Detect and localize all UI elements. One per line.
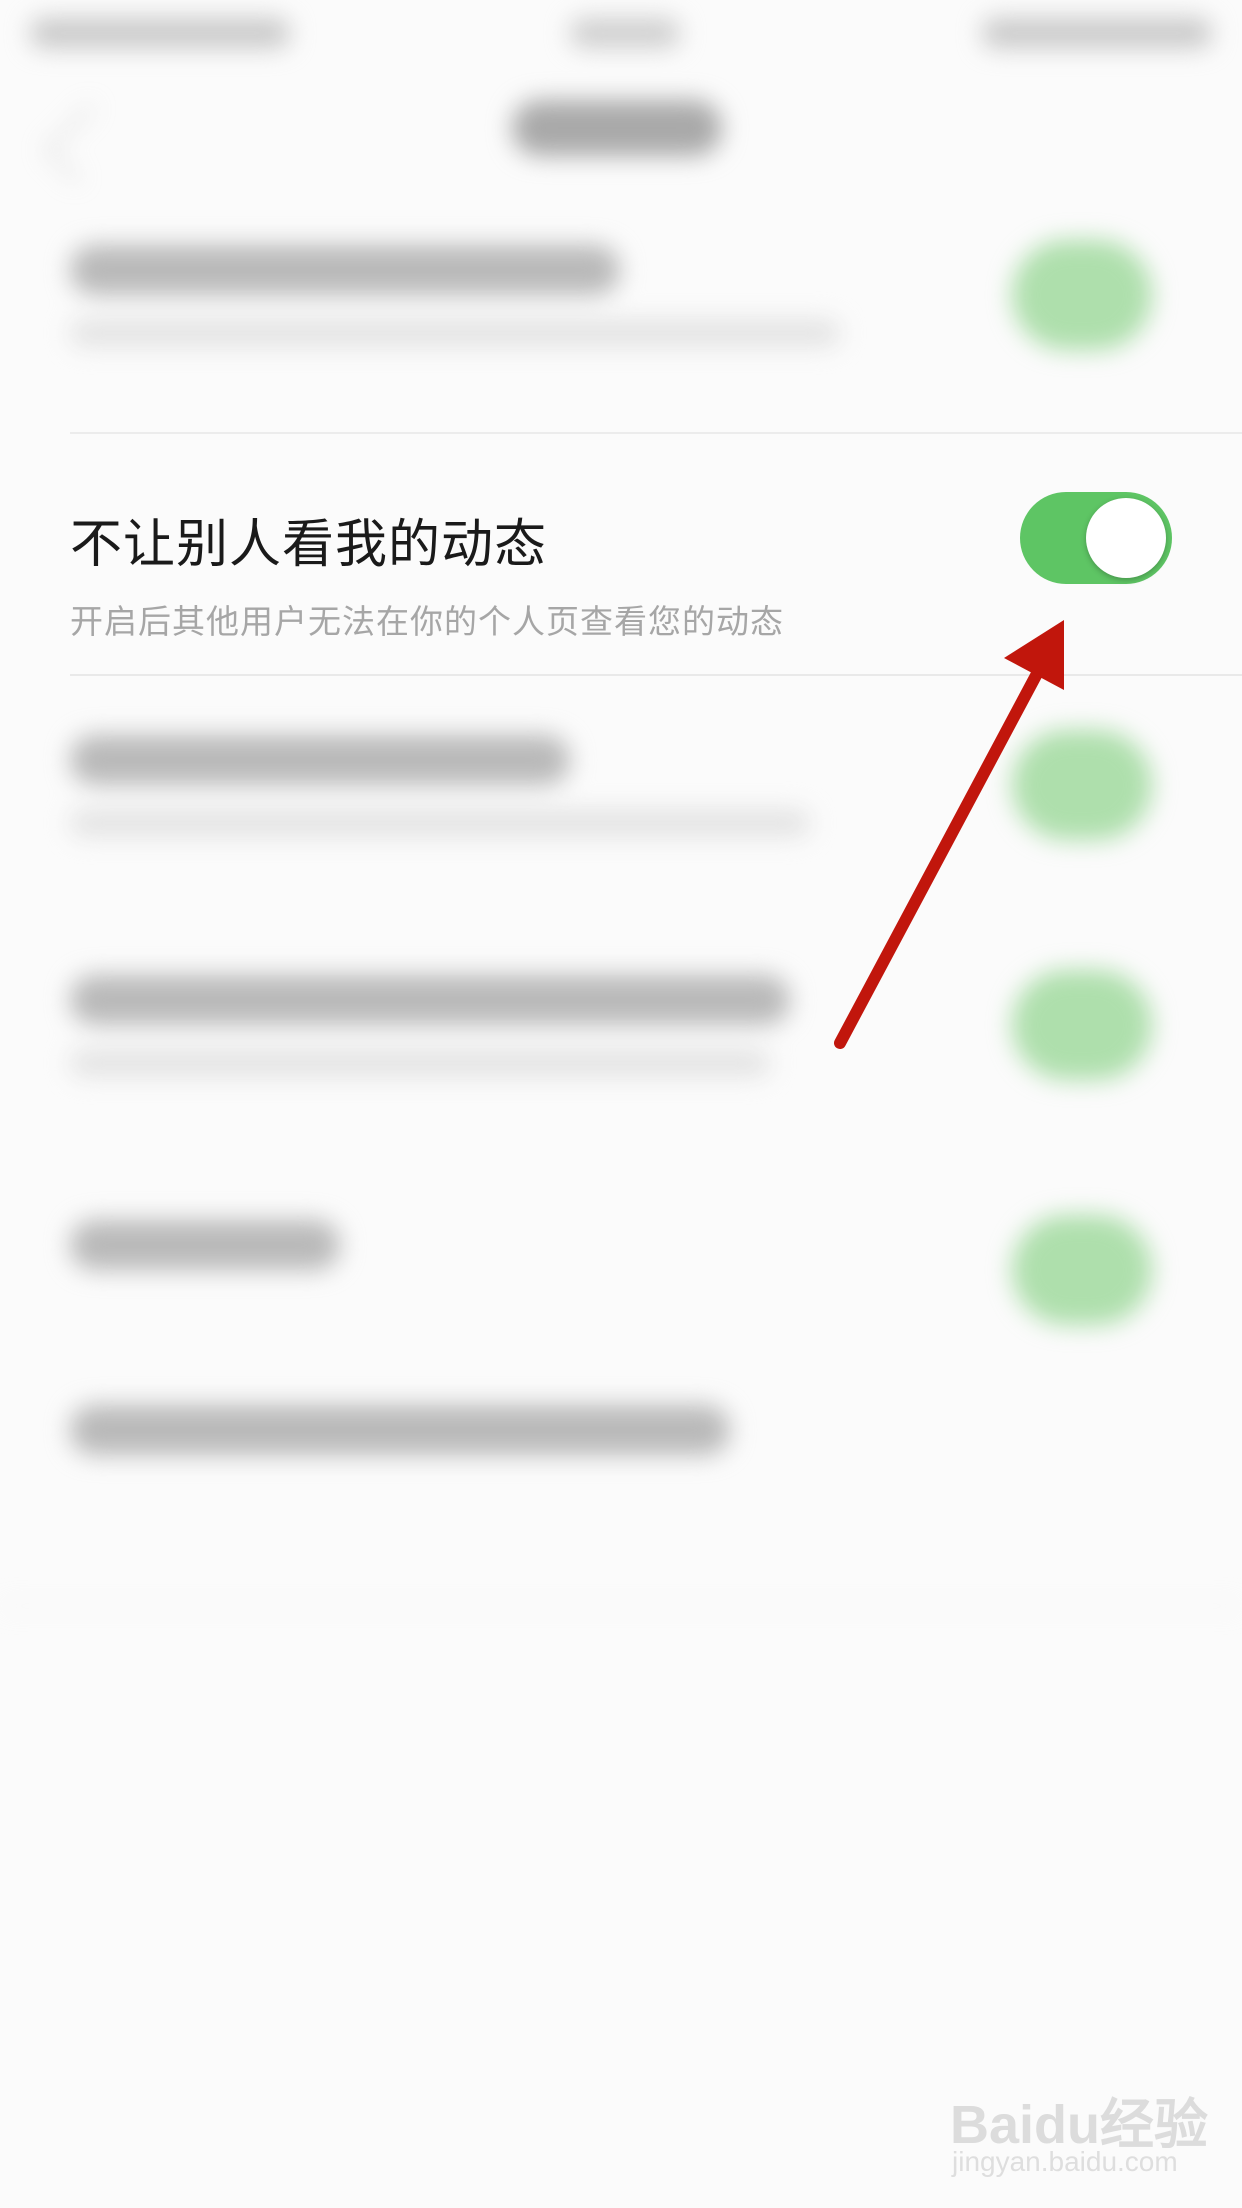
blurred-setting-row [0, 200, 1242, 400]
status-bar [0, 0, 1242, 70]
watermark: Baidu经验 jingyan.baidu.com [950, 2080, 1210, 2190]
hide-my-posts-toggle[interactable] [1020, 492, 1172, 584]
blurred-setting-row [0, 1360, 1242, 1560]
blurred-setting-row [0, 930, 1242, 1130]
blurred-row-subtitle [70, 320, 840, 346]
status-bar-right [982, 18, 1212, 48]
back-icon[interactable] [43, 103, 123, 183]
blurred-toggle[interactable] [1012, 970, 1152, 1080]
status-bar-left [30, 18, 290, 48]
blurred-toggle[interactable] [1012, 730, 1152, 840]
blurred-row-title [70, 975, 790, 1025]
blurred-toggle[interactable] [1012, 1215, 1152, 1325]
privacy-settings-screen: 不让别人看我的动态 开启后其他用户无法在你的个人页查看您的动态 Baidu经验 … [0, 0, 1242, 2208]
blurred-setting-row [0, 1175, 1242, 1375]
nav-bar [0, 70, 1242, 190]
blurred-row-subtitle [70, 1050, 770, 1076]
blurred-row-title [70, 245, 620, 295]
blurred-toggle[interactable] [1012, 240, 1152, 350]
divider [70, 432, 1242, 434]
setting-row-hide-my-posts: 不让别人看我的动态 开启后其他用户无法在你的个人页查看您的动态 [0, 440, 1242, 676]
blurred-row-title[interactable] [70, 1405, 730, 1455]
toggle-knob [1086, 498, 1166, 578]
divider [70, 674, 1242, 676]
setting-subtitle: 开启后其他用户无法在你的个人页查看您的动态 [70, 602, 784, 641]
status-bar-center [570, 18, 680, 48]
blurred-setting-row [0, 690, 1242, 890]
blurred-row-title [70, 1220, 340, 1270]
blurred-row-subtitle [70, 810, 810, 836]
setting-title: 不让别人看我的动态 [70, 515, 548, 575]
blurred-row-title [70, 735, 570, 785]
watermark-url: jingyan.baidu.com [952, 2146, 1178, 2177]
divider [0, 1605, 1242, 1607]
nav-title-blurred [512, 100, 722, 156]
